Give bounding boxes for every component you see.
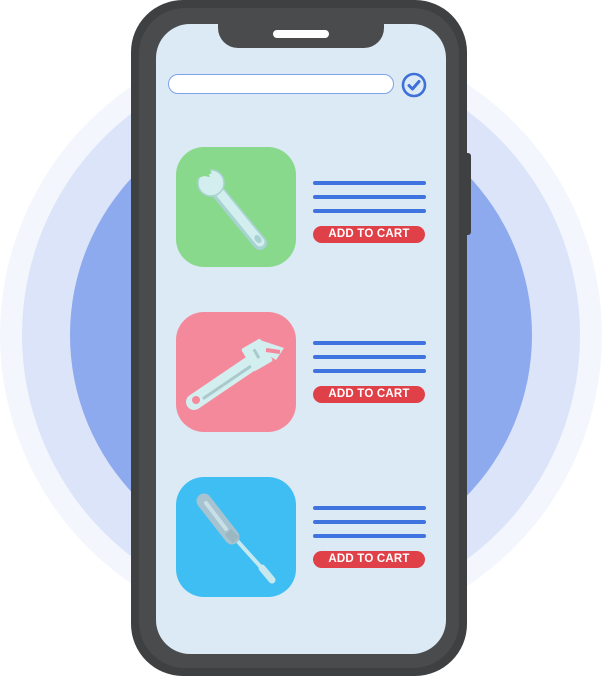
product-thumbnail[interactable] [176, 477, 296, 597]
wrench-icon [194, 161, 267, 250]
adjustable-wrench-icon [186, 338, 284, 410]
check-circle-icon[interactable] [401, 72, 427, 98]
screwdriver-icon [196, 493, 276, 584]
text-line [313, 195, 426, 199]
add-to-cart-button[interactable]: ADD TO CART [313, 551, 425, 568]
text-line [313, 534, 426, 538]
text-line [313, 506, 426, 510]
product-card: ADD TO CART [176, 312, 428, 434]
text-line [313, 209, 426, 213]
phone-notch [218, 24, 384, 48]
phone-screen: ADD TO CART ADD TO CART ADD TO CART [156, 24, 446, 654]
product-card: ADD TO CART [176, 147, 428, 269]
text-line [313, 369, 426, 373]
speaker-grille [273, 30, 329, 38]
search-input[interactable] [168, 74, 394, 94]
text-line [313, 355, 426, 359]
text-line [313, 181, 426, 185]
add-to-cart-button[interactable]: ADD TO CART [313, 386, 425, 403]
phone-side-button [463, 153, 471, 235]
product-card: ADD TO CART [176, 477, 428, 599]
text-line [313, 520, 426, 524]
product-thumbnail[interactable] [176, 312, 296, 432]
text-line [313, 341, 426, 345]
product-thumbnail[interactable] [176, 147, 296, 267]
add-to-cart-button[interactable]: ADD TO CART [313, 226, 425, 243]
